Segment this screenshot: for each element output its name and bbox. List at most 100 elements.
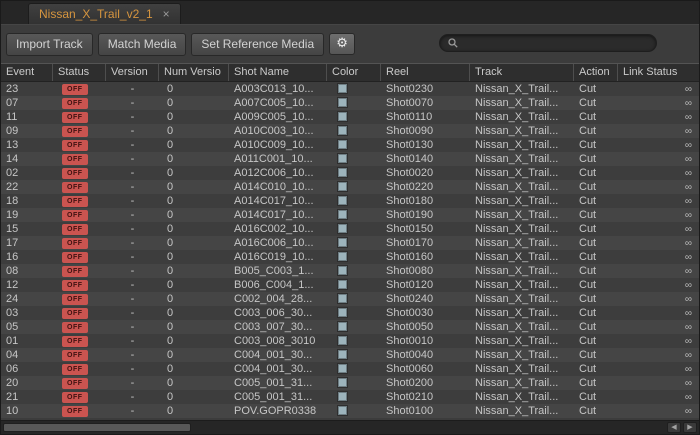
status-badge[interactable]: OFF [62,196,88,207]
table-row[interactable]: 01OFF-0C003_008_3010Shot0010Nissan_X_Tra… [1,334,699,348]
color-swatch[interactable] [338,336,347,345]
table-row[interactable]: 22OFF-0A014C010_10...Shot0220Nissan_X_Tr… [1,180,699,194]
table-row[interactable]: 20OFF-0C005_001_31...Shot0200Nissan_X_Tr… [1,376,699,390]
table-row[interactable]: 18OFF-0A014C017_10...Shot0180Nissan_X_Tr… [1,194,699,208]
status-badge[interactable]: OFF [62,308,88,319]
color-swatch[interactable] [338,252,347,261]
color-swatch[interactable] [338,112,347,121]
table-row[interactable]: 15OFF-0A016C002_10...Shot0150Nissan_X_Tr… [1,222,699,236]
horizontal-scrollbar[interactable]: ◀ ▶ [1,420,699,434]
link-icon[interactable]: ∞ [685,112,692,123]
table-row[interactable]: 02OFF-0A012C006_10...Shot0020Nissan_X_Tr… [1,166,699,180]
column-header-status[interactable]: Status [53,64,106,81]
status-badge[interactable]: OFF [62,252,88,263]
link-icon[interactable]: ∞ [685,392,692,403]
table-row[interactable]: 08OFF-0B005_C003_1...Shot0080Nissan_X_Tr… [1,264,699,278]
color-swatch[interactable] [338,98,347,107]
link-icon[interactable]: ∞ [685,84,692,95]
table-row[interactable]: 24OFF-0C002_004_28...Shot0240Nissan_X_Tr… [1,292,699,306]
link-icon[interactable]: ∞ [685,336,692,347]
link-icon[interactable]: ∞ [685,378,692,389]
status-badge[interactable]: OFF [62,364,88,375]
status-badge[interactable]: OFF [62,126,88,137]
column-header-action[interactable]: Action [574,64,618,81]
link-icon[interactable]: ∞ [685,350,692,361]
color-swatch[interactable] [338,266,347,275]
column-header-event[interactable]: Event [1,64,53,81]
table-row[interactable]: 07OFF-0A007C005_10...Shot0070Nissan_X_Tr… [1,96,699,110]
color-swatch[interactable] [338,196,347,205]
status-badge[interactable]: OFF [62,350,88,361]
color-swatch[interactable] [338,308,347,317]
status-badge[interactable]: OFF [62,224,88,235]
color-swatch[interactable] [338,322,347,331]
link-icon[interactable]: ∞ [685,280,692,291]
status-badge[interactable]: OFF [62,84,88,95]
color-swatch[interactable] [338,378,347,387]
scroll-right-arrow-icon[interactable]: ▶ [683,422,697,433]
status-badge[interactable]: OFF [62,98,88,109]
status-badge[interactable]: OFF [62,266,88,277]
column-header-track[interactable]: Track [470,64,574,81]
link-icon[interactable]: ∞ [685,406,692,417]
link-icon[interactable]: ∞ [685,182,692,193]
column-header-version[interactable]: Version [106,64,159,81]
status-badge[interactable]: OFF [62,406,88,417]
table-row[interactable]: 17OFF-0A016C006_10...Shot0170Nissan_X_Tr… [1,236,699,250]
color-swatch[interactable] [338,126,347,135]
table-row[interactable]: 12OFF-0B006_C004_1...Shot0120Nissan_X_Tr… [1,278,699,292]
status-badge[interactable]: OFF [62,140,88,151]
link-icon[interactable]: ∞ [685,154,692,165]
status-badge[interactable]: OFF [62,294,88,305]
status-badge[interactable]: OFF [62,280,88,291]
color-swatch[interactable] [338,280,347,289]
table-row[interactable]: 03OFF-0C003_006_30...Shot0030Nissan_X_Tr… [1,306,699,320]
import-track-button[interactable]: Import Track [6,33,93,56]
table-row[interactable]: 06OFF-0C004_001_30...Shot0060Nissan_X_Tr… [1,362,699,376]
link-icon[interactable]: ∞ [685,210,692,221]
link-icon[interactable]: ∞ [685,238,692,249]
column-header-link-status[interactable]: Link Status [618,64,700,81]
link-icon[interactable]: ∞ [685,252,692,263]
table-row[interactable]: 23OFF-0A003C013_10...Shot0230Nissan_X_Tr… [1,82,699,96]
close-icon[interactable]: × [163,8,170,20]
status-badge[interactable]: OFF [62,210,88,221]
color-swatch[interactable] [338,294,347,303]
table-row[interactable]: 11OFF-0A009C005_10...Shot0110Nissan_X_Tr… [1,110,699,124]
color-swatch[interactable] [338,350,347,359]
link-icon[interactable]: ∞ [685,168,692,179]
status-badge[interactable]: OFF [62,182,88,193]
table-row[interactable]: 10OFF-0POV.GOPR0338Shot0100Nissan_X_Trai… [1,404,699,418]
color-swatch[interactable] [338,182,347,191]
search-box[interactable] [439,34,657,52]
link-icon[interactable]: ∞ [685,364,692,375]
link-icon[interactable]: ∞ [685,322,692,333]
color-swatch[interactable] [338,210,347,219]
link-icon[interactable]: ∞ [685,308,692,319]
color-swatch[interactable] [338,238,347,247]
table-row[interactable]: 21OFF-0C005_001_31...Shot0210Nissan_X_Tr… [1,390,699,404]
status-badge[interactable]: OFF [62,378,88,389]
table-row[interactable]: 09OFF-0A010C003_10...Shot0090Nissan_X_Tr… [1,124,699,138]
color-swatch[interactable] [338,140,347,149]
status-badge[interactable]: OFF [62,168,88,179]
link-icon[interactable]: ∞ [685,196,692,207]
link-icon[interactable]: ∞ [685,126,692,137]
status-badge[interactable]: OFF [62,322,88,333]
link-icon[interactable]: ∞ [685,266,692,277]
table-row[interactable]: 13OFF-0A010C009_10...Shot0130Nissan_X_Tr… [1,138,699,152]
table-row[interactable]: 14OFF-0A011C001_10...Shot0140Nissan_X_Tr… [1,152,699,166]
color-swatch[interactable] [338,84,347,93]
status-badge[interactable]: OFF [62,392,88,403]
status-badge[interactable]: OFF [62,336,88,347]
column-header-color[interactable]: Color [327,64,381,81]
link-icon[interactable]: ∞ [685,224,692,235]
table-row[interactable]: 16OFF-0A016C019_10...Shot0160Nissan_X_Tr… [1,250,699,264]
color-swatch[interactable] [338,406,347,415]
gear-icon[interactable]: ⚙ [329,33,355,55]
link-icon[interactable]: ∞ [685,140,692,151]
table-row[interactable]: 05OFF-0C003_007_30...Shot0050Nissan_X_Tr… [1,320,699,334]
scrollbar-thumb[interactable] [3,423,191,432]
set-reference-media-button[interactable]: Set Reference Media [191,33,324,56]
color-swatch[interactable] [338,168,347,177]
